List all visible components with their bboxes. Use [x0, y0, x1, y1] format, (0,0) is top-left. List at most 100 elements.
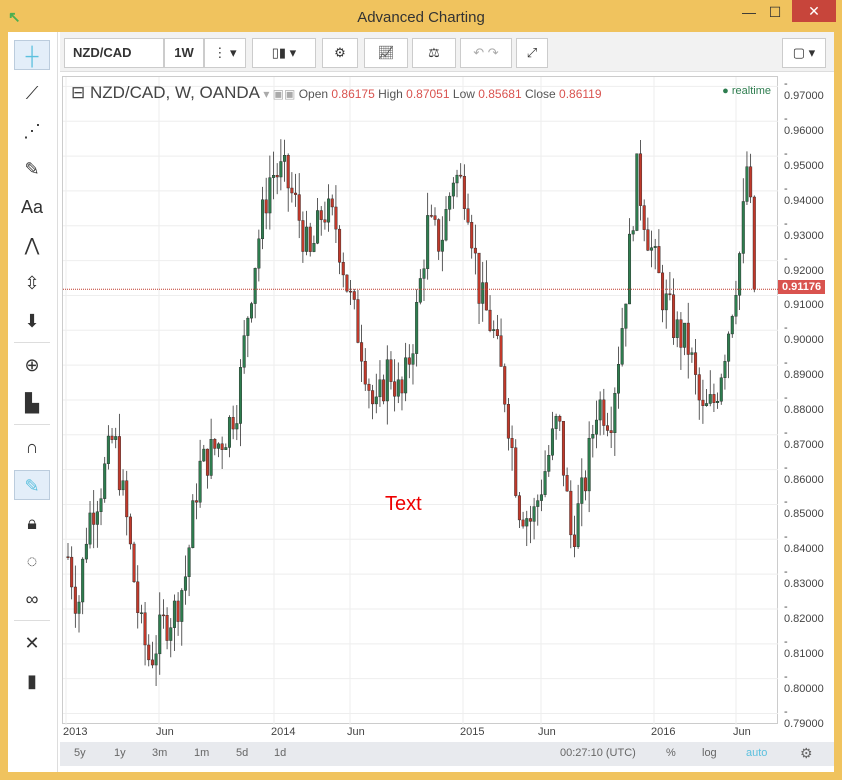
interval-dropdown[interactable]: ⋮ ▾: [204, 38, 246, 68]
auto-toggle[interactable]: auto: [746, 747, 767, 759]
clock: 00:27:10 (UTC): [560, 747, 636, 759]
candle-body: [521, 519, 525, 527]
candle-body: [561, 421, 565, 476]
candle-body: [356, 299, 360, 343]
candle-body: [730, 316, 734, 335]
time-tick-label: 2014: [271, 726, 296, 738]
range-3m[interactable]: 3m: [152, 747, 167, 759]
fullscreen-icon[interactable]: ⤢: [516, 38, 548, 68]
pattern-icon[interactable]: ⋀: [14, 230, 50, 260]
candle-body: [279, 161, 283, 178]
candle-body: [106, 435, 110, 464]
link-icon[interactable]: ∞: [14, 584, 50, 614]
compare-icon[interactable]: ⚖: [412, 38, 456, 68]
candle-body: [224, 447, 228, 450]
candle-body: [716, 401, 720, 403]
close-button[interactable]: ✕: [792, 0, 836, 22]
gear-icon[interactable]: ⚙: [800, 745, 813, 762]
candle-body: [290, 187, 294, 194]
time-axis[interactable]: 2013 Jun 2014 Jun 2015 Jun 2016 Jun: [62, 724, 778, 742]
tools-icon[interactable]: ✕: [14, 628, 50, 658]
interval-button[interactable]: 1W: [164, 38, 204, 68]
brush-icon[interactable]: ✎: [14, 154, 50, 184]
undo-redo-buttons[interactable]: ↶ ↷: [460, 38, 512, 68]
collapse-icon[interactable]: ⊟: [71, 83, 90, 102]
stay-drawing-icon[interactable]: ✎: [14, 470, 50, 500]
realtime-label: realtime: [731, 85, 771, 97]
candle-body: [385, 359, 389, 402]
text-tool-icon[interactable]: Aa: [14, 192, 50, 222]
candle-body: [444, 209, 448, 241]
chart-pane[interactable]: ⊟ NZD/CAD, W, OANDA ▾ ▣▣ Open 0.86175 Hi…: [62, 76, 779, 725]
gear-icon[interactable]: ⚙: [322, 38, 358, 68]
high-label: High: [378, 87, 403, 101]
candle-body: [506, 404, 510, 439]
lock-icon[interactable]: 🔒︎: [14, 508, 50, 538]
legend-title: NZD/CAD, W, OANDA: [89, 83, 260, 102]
magnet-icon[interactable]: ∩: [14, 432, 50, 462]
zoom-in-icon[interactable]: ⊕: [14, 350, 50, 380]
candle-body: [591, 434, 595, 439]
candle-body: [202, 448, 206, 462]
candle-body: [613, 393, 617, 434]
candle-body: [187, 547, 191, 577]
candle-body: [650, 247, 654, 251]
close-value: 0.86119: [559, 87, 602, 101]
ruler-icon[interactable]: ▙: [14, 388, 50, 418]
candle-body: [477, 252, 481, 304]
trend-line-icon[interactable]: ⟋: [14, 78, 50, 108]
indicators-icon[interactable]: 📈︎: [364, 38, 408, 68]
candle-body: [653, 246, 657, 248]
percent-toggle[interactable]: %: [666, 747, 676, 759]
candle-body: [429, 215, 433, 217]
candle-body: [668, 293, 672, 295]
hide-icon[interactable]: ◌: [14, 546, 50, 576]
candle-body: [532, 506, 536, 522]
candle-body: [488, 309, 492, 331]
range-1y[interactable]: 1y: [114, 747, 126, 759]
range-5y[interactable]: 5y: [74, 747, 86, 759]
candle-body: [227, 417, 231, 448]
maximize-button[interactable]: ☐: [762, 4, 788, 21]
candle-body: [635, 153, 639, 231]
candle-body: [741, 201, 745, 254]
candle-body: [334, 206, 338, 230]
candle-body: [440, 239, 444, 252]
candle-body: [308, 226, 312, 252]
candle-body: [727, 333, 731, 362]
candle-body: [484, 282, 488, 311]
candle-body: [360, 342, 364, 362]
range-5d[interactable]: 5d: [236, 747, 248, 759]
symbol-input[interactable]: NZD/CAD: [64, 38, 164, 68]
measure-icon[interactable]: ⇳: [14, 268, 50, 298]
range-1d[interactable]: 1d: [274, 747, 286, 759]
candle-body: [172, 600, 176, 628]
current-price-label: 0.91176: [778, 280, 826, 295]
time-tick-label: 2016: [651, 726, 676, 738]
candle-body: [510, 438, 514, 448]
candle-body: [231, 417, 235, 430]
price-tick-label: - 0.87000: [784, 426, 824, 451]
arrow-down-icon[interactable]: ⬇: [14, 306, 50, 336]
log-toggle[interactable]: log: [702, 747, 717, 759]
layout-dropdown[interactable]: ▢ ▾: [782, 38, 826, 68]
minimize-button[interactable]: —: [736, 4, 762, 20]
trash-icon[interactable]: ▮: [14, 666, 50, 696]
text-annotation[interactable]: Text: [385, 493, 422, 516]
candle-body: [114, 436, 118, 440]
fib-tool-icon[interactable]: ⋰: [14, 116, 50, 146]
candle-body: [503, 366, 507, 405]
candle-body: [605, 425, 609, 431]
candle-body: [117, 436, 121, 491]
candle-body: [305, 226, 309, 252]
chart-type-button[interactable]: ▯▮ ▾: [252, 38, 316, 68]
candle-body: [675, 319, 679, 338]
price-scale[interactable]: - 0.97000 - 0.96000 - 0.95000 - 0.94000 - 0.…: [778, 76, 830, 730]
candle-body: [422, 268, 426, 279]
candle-body: [400, 379, 404, 394]
range-1m[interactable]: 1m: [194, 747, 209, 759]
candle-body: [213, 439, 217, 449]
candle-body: [352, 291, 356, 300]
candle-body: [587, 437, 591, 492]
crosshair-icon[interactable]: ┼: [14, 40, 50, 70]
